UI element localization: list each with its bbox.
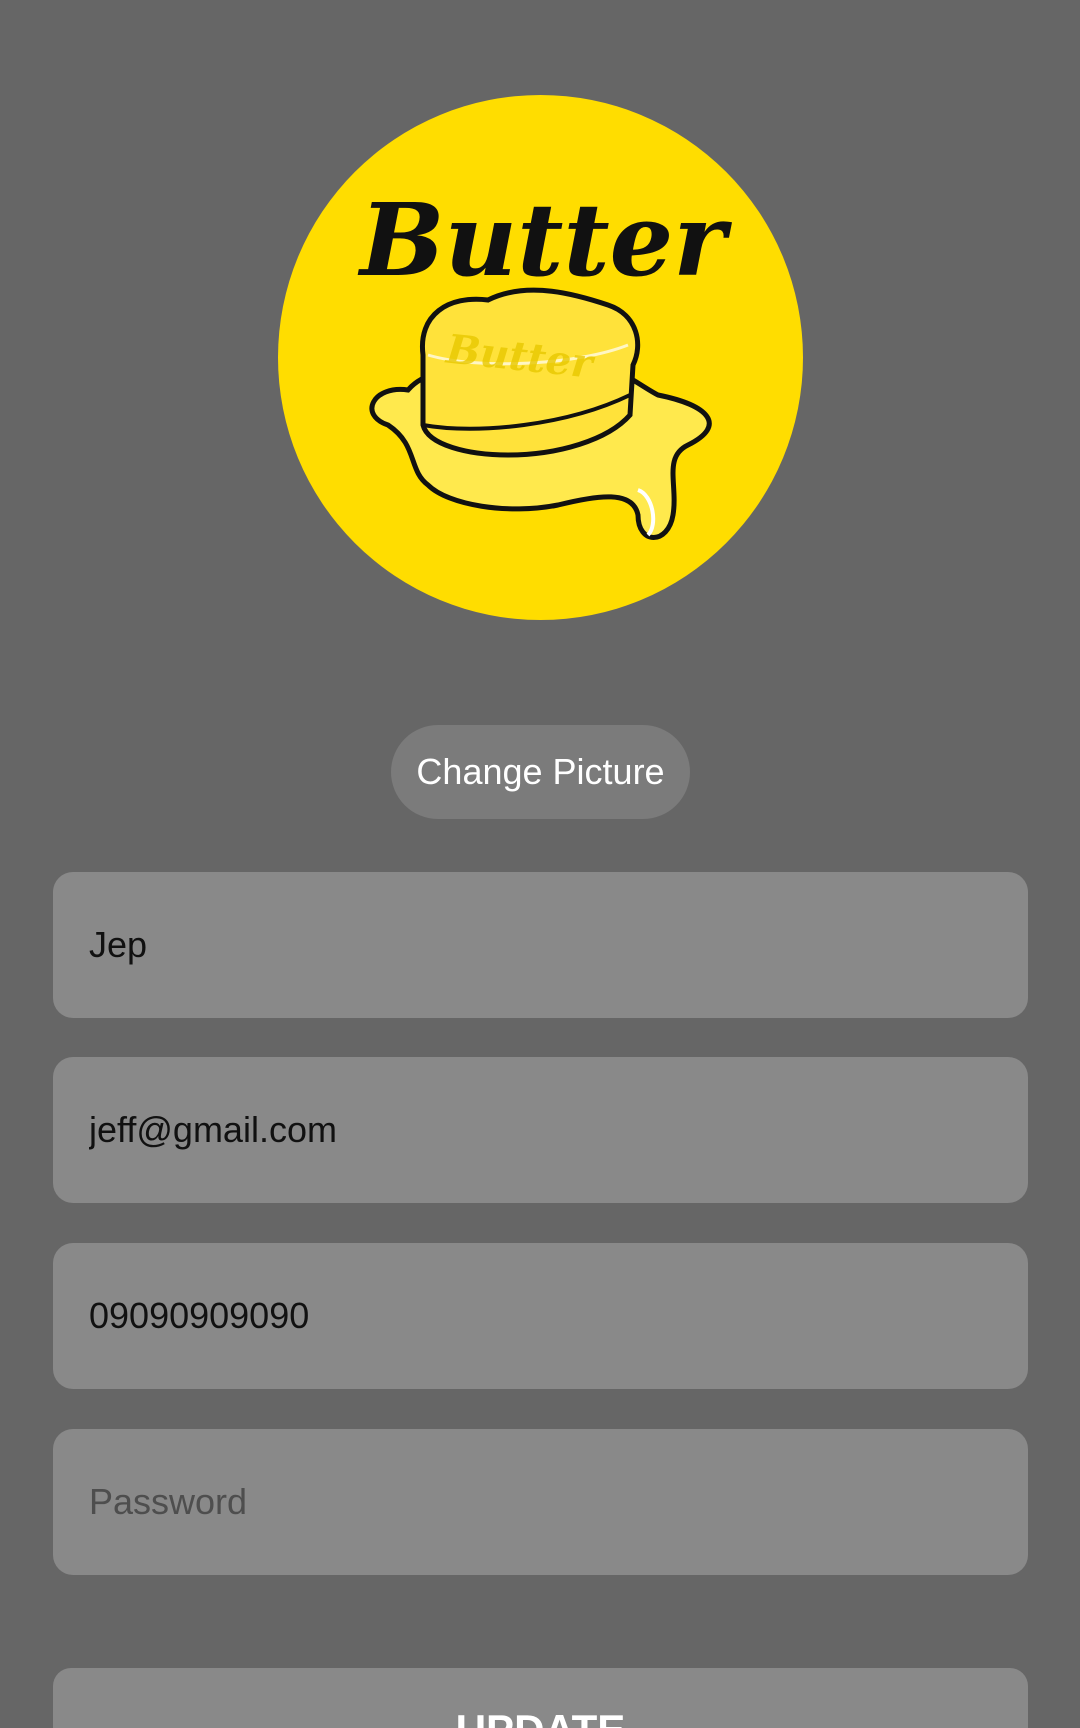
- phone-input[interactable]: [89, 1295, 992, 1337]
- butter-logo-image: Butter Butter: [357, 181, 732, 540]
- update-button[interactable]: UPDATE: [53, 1668, 1028, 1728]
- name-field[interactable]: [53, 872, 1028, 1018]
- phone-field[interactable]: [53, 1243, 1028, 1389]
- profile-avatar: Butter Butter: [278, 95, 803, 620]
- email-field[interactable]: [53, 1057, 1028, 1203]
- password-input[interactable]: [89, 1481, 992, 1523]
- name-input[interactable]: [89, 924, 992, 966]
- email-input[interactable]: [89, 1109, 992, 1151]
- password-field[interactable]: [53, 1429, 1028, 1575]
- logo-text: Butter: [357, 181, 732, 299]
- change-picture-button[interactable]: Change Picture: [391, 725, 690, 819]
